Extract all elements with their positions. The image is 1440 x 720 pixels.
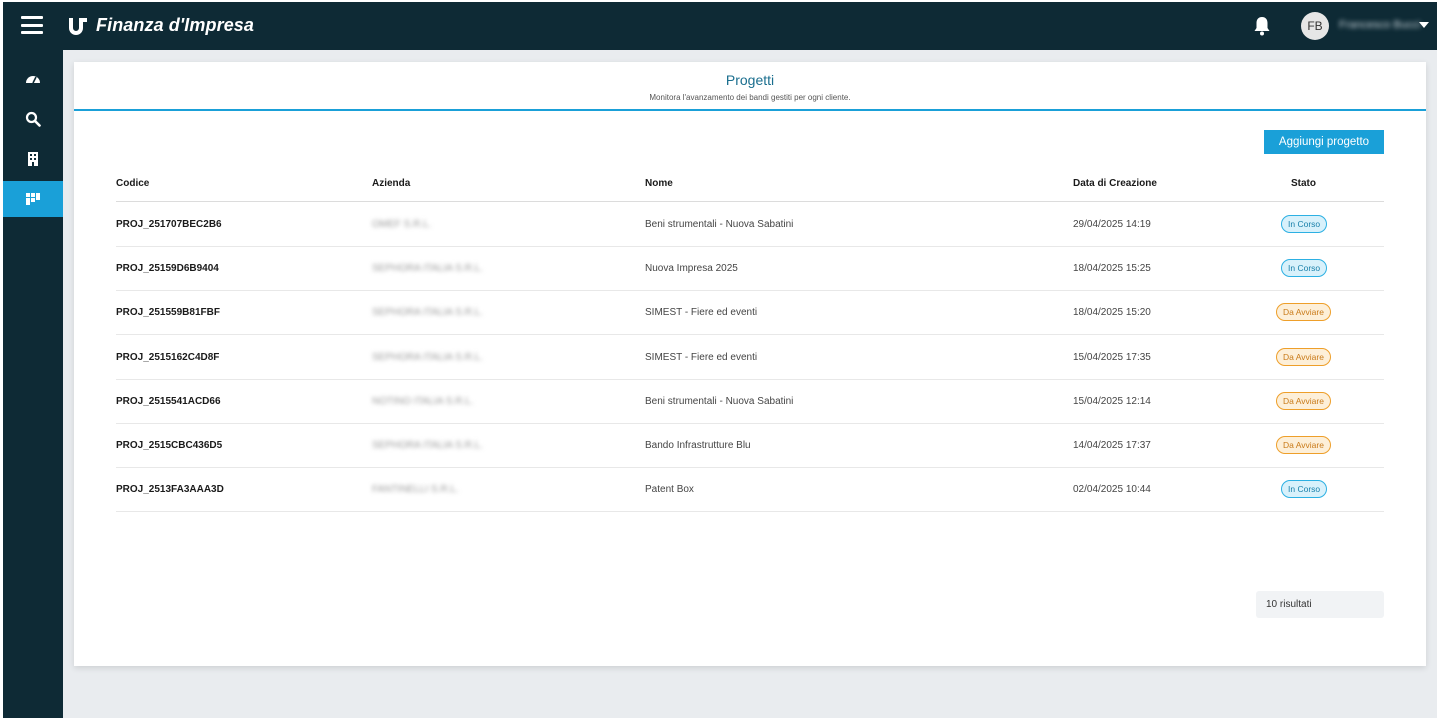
search-icon (25, 111, 41, 127)
menu-icon[interactable] (21, 16, 43, 34)
creation-date: 15/04/2025 17:35 (1073, 351, 1151, 363)
creation-date: 14/04/2025 17:37 (1073, 440, 1151, 451)
project-name: Bando Infrastrutture Blu (645, 440, 751, 451)
table-row[interactable]: PROJ_251559B81FBF SEPHORA ITALIA S.R.L. SI… (116, 291, 1384, 336)
table-row[interactable]: PROJ_25159D6B9404 SEPHORA ITALIA S.R.L. Nu… (116, 247, 1384, 292)
app-brand: Finanza d'Impresa (96, 15, 255, 35)
company-name: SEPHORA ITALIA S.R.L. (372, 263, 483, 275)
column-header-code[interactable]: Codice (116, 178, 149, 189)
project-code: PROJ_251559B81FBF (116, 307, 220, 319)
building-icon (28, 152, 38, 166)
table-row[interactable]: PROJ_2515CBC436D5 SEPHORA ITALIA S.R.L. Ba… (116, 424, 1384, 468)
company-name: SEPHORA ITALIA S.R.L. (372, 307, 483, 319)
column-header-name[interactable]: Nome (645, 178, 673, 189)
chevron-down-icon[interactable] (1419, 22, 1429, 28)
company-name: SEPHORA ITALIA S.R.L. (372, 440, 483, 451)
projects-icon (26, 193, 40, 205)
add-project-button[interactable]: Aggiungi progetto (1264, 130, 1384, 154)
app-frame: Finanza d'Impresa FB Francesco Bucci Pro… (3, 2, 1437, 718)
column-header-date[interactable]: Data di Creazione (1073, 178, 1157, 189)
user-name[interactable]: Francesco Bucci (1339, 19, 1420, 31)
creation-date: 29/04/2025 14:19 (1073, 219, 1151, 230)
card-header: Progetti Monitora l'avanzamento dei band… (74, 62, 1426, 111)
page-subtitle: Monitora l'avanzamento dei bandi gestiti… (649, 93, 851, 102)
column-header-company[interactable]: Azienda (372, 178, 410, 189)
company-name: FANTINELLI S.R.L. (372, 484, 459, 496)
table-row[interactable]: PROJ_251707BEC2B6 OMEF S.R.L. Beni strumen… (116, 203, 1384, 247)
status-badge: Da Avviare (1276, 303, 1331, 322)
status-badge: In Corso (1281, 259, 1328, 278)
project-code: PROJ_2515541ACD66 (116, 395, 221, 407)
logo-icon (69, 18, 87, 35)
table-row[interactable]: PROJ_2513FA3AAA3D FANTINELLI S.R.L. Patent… (116, 468, 1384, 513)
sidebar-item-projects[interactable] (3, 181, 63, 217)
header-divider (116, 201, 1384, 202)
company-name: NOTINO ITALIA S.R.L. (372, 395, 474, 407)
project-name: SIMEST - Fiere ed eventi (645, 351, 758, 363)
project-code: PROJ_2515CBC436D5 (116, 440, 223, 451)
project-code: PROJ_2515162C4D8F (116, 351, 220, 363)
results-count: 10 risultati (1256, 591, 1384, 618)
creation-date: 15/04/2025 12:14 (1073, 395, 1151, 407)
column-header-status[interactable]: Stato (1291, 178, 1316, 189)
company-name: OMEF S.R.L. (372, 219, 432, 230)
project-name: Beni strumentali - Nuova Sabatini (645, 395, 794, 407)
table-row[interactable]: PROJ_2515541ACD66 NOTINO ITALIA S.R.L. Ben… (116, 380, 1384, 424)
creation-date: 18/04/2025 15:20 (1073, 307, 1151, 319)
top-bar: Finanza d'Impresa FB Francesco Bucci (3, 2, 1437, 50)
sidebar-item-companies[interactable] (3, 141, 63, 177)
project-code: PROJ_2513FA3AAA3D (116, 484, 224, 496)
project-code: PROJ_251707BEC2B6 (116, 219, 222, 230)
page-title: Progetti (725, 72, 775, 88)
sidebar-item-search[interactable] (3, 101, 63, 137)
sidebar-item-dashboard[interactable] (3, 61, 63, 97)
status-badge: In Corso (1281, 480, 1328, 499)
creation-date: 02/04/2025 10:44 (1073, 484, 1151, 496)
table-row[interactable]: PROJ_2515162C4D8F SEPHORA ITALIA S.R.L. SI… (116, 336, 1384, 380)
dashboard-icon (26, 76, 40, 84)
project-name: Patent Box (645, 484, 694, 496)
creation-date: 18/04/2025 15:25 (1073, 263, 1151, 275)
sidebar (3, 50, 63, 718)
projects-card: Progetti Monitora l'avanzamento dei band… (74, 62, 1426, 666)
project-code: PROJ_25159D6B9404 (116, 263, 219, 275)
bell-icon[interactable] (1253, 16, 1271, 36)
project-name: Beni strumentali - Nuova Sabatini (645, 219, 794, 230)
status-badge: Da Avviare (1276, 436, 1331, 454)
project-name: SIMEST - Fiere ed eventi (645, 307, 758, 319)
row-divider (116, 511, 1384, 513)
company-name: SEPHORA ITALIA S.R.L. (372, 351, 483, 363)
status-badge: In Corso (1281, 215, 1328, 233)
project-name: Nuova Impresa 2025 (645, 263, 738, 275)
avatar[interactable]: FB (1301, 12, 1329, 40)
status-badge: Da Avviare (1276, 391, 1331, 410)
status-badge: Da Avviare (1276, 347, 1331, 366)
